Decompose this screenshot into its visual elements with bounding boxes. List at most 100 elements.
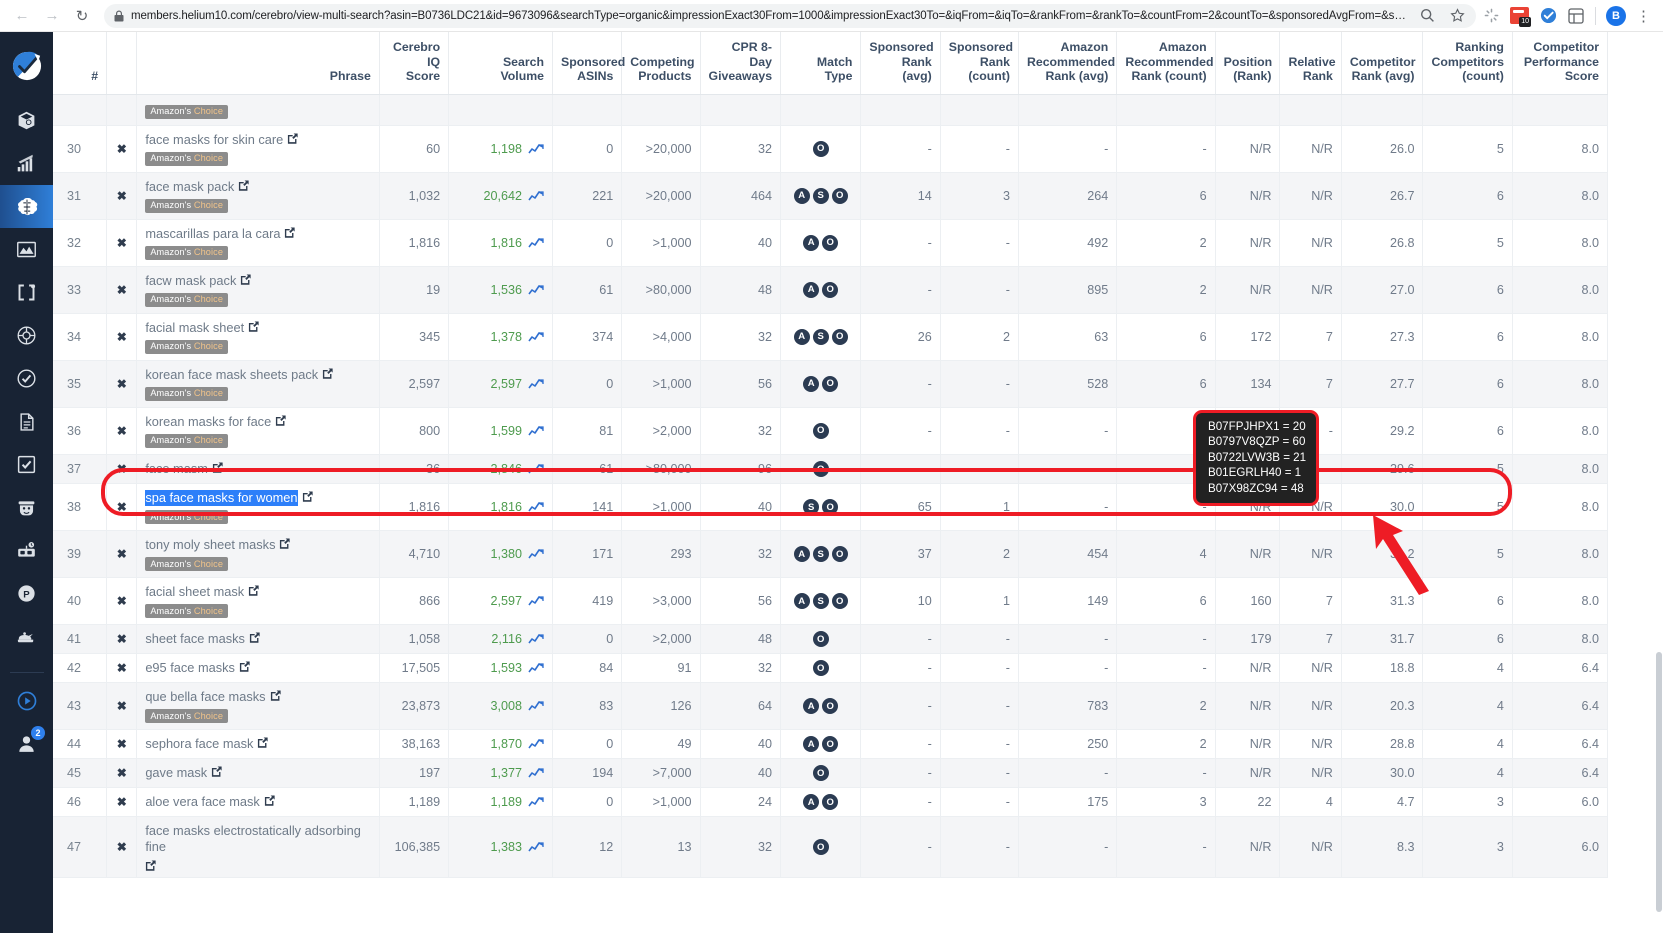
- column-header-ar_count[interactable]: AmazonRecommendedRank (count): [1117, 32, 1215, 94]
- competitor-rank-avg-cell[interactable]: 29.6: [1341, 455, 1423, 484]
- remove-row-icon[interactable]: ✖: [117, 377, 127, 391]
- remove-row-icon[interactable]: ✖: [117, 330, 127, 344]
- sidebar-item-inventory-protector[interactable]: [0, 486, 53, 529]
- search-volume-trend-icon[interactable]: [528, 284, 544, 296]
- search-volume-trend-icon[interactable]: [528, 633, 544, 645]
- external-link-icon[interactable]: [275, 415, 286, 426]
- search-volume-cell[interactable]: 1,198: [449, 125, 553, 172]
- remove-row-icon[interactable]: ✖: [117, 632, 127, 646]
- vertical-scrollbar-thumb[interactable]: [1656, 652, 1662, 912]
- keyword-phrase[interactable]: face mask pack: [145, 179, 234, 195]
- competitor-rank-avg-cell[interactable]: 4.7: [1341, 788, 1423, 817]
- sidebar-item-trendster[interactable]: [0, 142, 53, 185]
- search-volume-cell[interactable]: 20,642: [449, 172, 553, 219]
- remove-row-cell[interactable]: ✖: [107, 484, 137, 531]
- external-link-icon[interactable]: [284, 227, 295, 238]
- remove-row-cell[interactable]: ✖: [107, 266, 137, 313]
- remove-row-icon[interactable]: ✖: [117, 699, 127, 713]
- external-link-icon[interactable]: [240, 274, 251, 285]
- search-volume-cell[interactable]: 2,846: [449, 455, 553, 484]
- keyword-phrase[interactable]: que bella face masks: [145, 689, 265, 705]
- table-row[interactable]: 43✖que bella face masksAmazon's Choice23…: [53, 683, 1608, 730]
- competitor-rank-avg-cell[interactable]: 30.0: [1341, 484, 1423, 531]
- keyword-phrase[interactable]: mascarillas para la cara: [145, 226, 280, 242]
- remove-row-cell[interactable]: ✖: [107, 455, 137, 484]
- search-volume-trend-icon[interactable]: [528, 841, 544, 853]
- remove-row-cell[interactable]: ✖: [107, 172, 137, 219]
- sidebar-item-frankenstein[interactable]: [0, 271, 53, 314]
- external-link-icon[interactable]: [212, 462, 223, 473]
- sidebar-item-portals[interactable]: P: [0, 572, 53, 615]
- phrase-cell[interactable]: mascarillas para la caraAmazon's Choice: [137, 219, 380, 266]
- remove-row-cell[interactable]: ✖: [107, 125, 137, 172]
- column-header-comp_rank[interactable]: CompetitorRank (avg): [1341, 32, 1423, 94]
- red-extension-icon[interactable]: 10: [1510, 7, 1529, 24]
- phrase-cell[interactable]: sephora face mask: [137, 730, 380, 759]
- keyword-phrase[interactable]: tony moly sheet masks: [145, 537, 275, 553]
- external-link-icon[interactable]: [238, 180, 249, 191]
- external-link-icon[interactable]: [239, 661, 250, 672]
- sidebar-item-account[interactable]: 2: [0, 722, 53, 765]
- helium10-logo-icon[interactable]: [0, 44, 53, 87]
- phrase-cell[interactable]: face mask packAmazon's Choice: [137, 172, 380, 219]
- keyword-phrase[interactable]: e95 face masks: [145, 660, 235, 676]
- keyword-phrase[interactable]: face masm: [145, 461, 208, 477]
- star-icon[interactable]: [1448, 7, 1466, 25]
- column-header-x[interactable]: [107, 32, 137, 94]
- competitor-rank-avg-cell[interactable]: 18.8: [1341, 654, 1423, 683]
- profile-avatar[interactable]: B: [1606, 6, 1626, 26]
- competitor-rank-avg-cell[interactable]: 26.7: [1341, 172, 1423, 219]
- search-volume-cell[interactable]: [449, 94, 553, 125]
- table-row[interactable]: 36✖korean masks for faceAmazon's Choice8…: [53, 407, 1608, 454]
- keyword-phrase[interactable]: korean face mask sheets pack: [145, 367, 318, 383]
- remove-row-cell[interactable]: ✖: [107, 730, 137, 759]
- keyword-phrase[interactable]: aloe vera face mask: [145, 794, 260, 810]
- keyword-phrase[interactable]: facial mask sheet: [145, 320, 244, 336]
- phrase-cell[interactable]: Amazon's Choice: [137, 94, 380, 125]
- remove-row-icon[interactable]: ✖: [117, 547, 127, 561]
- remove-row-icon[interactable]: ✖: [117, 840, 127, 854]
- column-header-ar_avg[interactable]: AmazonRecommendedRank (avg): [1018, 32, 1116, 94]
- keyword-phrase[interactable]: face masks electrostatically adsorbing f…: [145, 823, 371, 855]
- search-volume-cell[interactable]: 1,378: [449, 313, 553, 360]
- external-link-icon[interactable]: [145, 860, 156, 871]
- blue-check-extension-icon[interactable]: [1539, 7, 1557, 25]
- external-link-icon[interactable]: [279, 538, 290, 549]
- grid-extension-icon[interactable]: [1567, 7, 1585, 25]
- phrase-cell[interactable]: facial mask sheetAmazon's Choice: [137, 313, 380, 360]
- column-header-match[interactable]: MatchType: [780, 32, 860, 94]
- table-row[interactable]: 32✖mascarillas para la caraAmazon's Choi…: [53, 219, 1608, 266]
- column-header-position[interactable]: Position(Rank): [1215, 32, 1280, 94]
- table-row[interactable]: 44✖sephora face mask38,1631,87004940AO--…: [53, 730, 1608, 759]
- sidebar-item-listing-builder[interactable]: [0, 400, 53, 443]
- keyword-phrase[interactable]: sephora face mask: [145, 736, 253, 752]
- table-row[interactable]: Amazon's Choice: [53, 94, 1608, 125]
- remove-row-icon[interactable]: ✖: [117, 594, 127, 608]
- keyword-phrase[interactable]: face masks for skin care: [145, 132, 283, 148]
- keyword-phrase[interactable]: facw mask pack: [145, 273, 236, 289]
- column-header-sp_avg[interactable]: SponsoredRank(avg): [861, 32, 940, 94]
- search-volume-trend-icon[interactable]: [528, 378, 544, 390]
- remove-row-icon[interactable]: ✖: [117, 737, 127, 751]
- remove-row-cell[interactable]: ✖: [107, 360, 137, 407]
- competitor-rank-avg-cell[interactable]: 20.3: [1341, 683, 1423, 730]
- remove-row-icon[interactable]: ✖: [117, 500, 127, 514]
- search-volume-cell[interactable]: 1,816: [449, 484, 553, 531]
- table-row[interactable]: 31✖face mask packAmazon's Choice1,03220,…: [53, 172, 1608, 219]
- remove-row-cell[interactable]: ✖: [107, 654, 137, 683]
- search-volume-trend-icon[interactable]: [528, 501, 544, 513]
- remove-row-cell[interactable]: ✖: [107, 313, 137, 360]
- phrase-cell[interactable]: facial sheet maskAmazon's Choice: [137, 578, 380, 625]
- sidebar-item-training-videos[interactable]: [0, 679, 53, 722]
- column-header-cpr[interactable]: CPR 8-DayGiveaways: [700, 32, 780, 94]
- competitor-rank-avg-cell[interactable]: 8.3: [1341, 817, 1423, 878]
- phrase-cell[interactable]: facw mask packAmazon's Choice: [137, 266, 380, 313]
- horizontal-scrollbar[interactable]: [53, 924, 1663, 933]
- search-volume-trend-icon[interactable]: [528, 595, 544, 607]
- phrase-cell[interactable]: tony moly sheet masksAmazon's Choice: [137, 531, 380, 578]
- competitor-rank-avg-cell[interactable]: 26.0: [1341, 125, 1423, 172]
- search-volume-cell[interactable]: 3,008: [449, 683, 553, 730]
- external-link-icon[interactable]: [287, 133, 298, 144]
- table-row[interactable]: 42✖e95 face masks17,5051,593849132O----N…: [53, 654, 1608, 683]
- keyword-phrase[interactable]: facial sheet mask: [145, 584, 244, 600]
